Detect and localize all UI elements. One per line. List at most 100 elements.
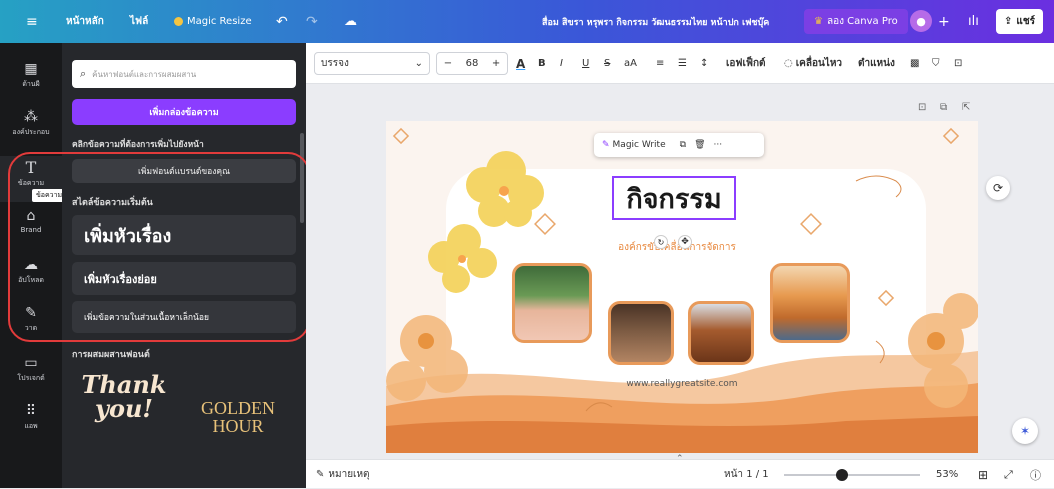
cloud-save-icon[interactable]: ☁ [344,0,357,43]
apps-icon: ⠿ [25,403,37,419]
chevron-down-icon: ⌄ [414,58,423,69]
combo-line: GOLDEN [201,398,275,418]
font-select[interactable]: บรรจง ⌄ [314,52,430,75]
redo-icon[interactable]: ↷ [306,0,318,43]
highlight-annotation [8,152,310,342]
rotate-handle-icon[interactable]: ↻ [654,235,668,249]
transparency-icon[interactable]: ▩ [910,43,919,84]
magic-assistant-icon[interactable]: ✶ [1012,418,1038,444]
combo-thank-you[interactable]: Thank you! [74,373,174,443]
search-input[interactable]: ค้นหาฟอนต์และการผสมผสาน [92,68,196,81]
magic-resize-label: Magic Resize [187,16,252,27]
add-page-icon[interactable]: ⇱ [962,102,970,113]
combo-line: you! [95,394,153,423]
combo-golden-hour[interactable]: GOLDEN HOUR [188,399,288,443]
rail-item-apps[interactable]: ⠿ แอพ [0,403,62,432]
avatar[interactable]: ● [910,10,932,32]
photo-temple[interactable] [688,301,754,365]
page-decor [386,127,978,453]
magic-resize-icon [174,17,183,26]
add-people-icon[interactable]: + [938,0,950,43]
text-color-icon[interactable]: A [516,43,525,84]
duplicate-page-icon[interactable]: ⧉ [940,102,947,113]
animate-icon: ◌ [784,58,793,69]
strikethrough-icon[interactable]: S [604,43,610,84]
zoom-slider-knob[interactable] [835,469,848,481]
align-icon[interactable]: ≡ [656,43,664,84]
italic-icon[interactable]: I [560,43,563,84]
notes-button[interactable]: ✎ หมายเหตุ [316,460,370,489]
position-button[interactable]: ตำแหน่ง [858,43,895,84]
grid-view-icon[interactable]: ⊞ [978,460,988,489]
magic-resize-button[interactable]: Magic Resize [174,0,252,43]
try-pro-button[interactable]: ♛ ลอง Canva Pro [804,9,908,34]
photo-woman-1[interactable] [512,263,592,343]
spacing-icon[interactable]: ↕ [700,43,708,84]
rail-item-projects[interactable]: ▭ โปรเจกต์ [0,355,62,384]
magic-write-icon: ✎ [602,140,610,150]
move-handle-icon[interactable]: ✥ [678,235,692,249]
list-icon[interactable]: ☰ [678,43,687,84]
undo-icon[interactable]: ↶ [276,0,288,43]
zoom-level[interactable]: 53% [936,460,958,489]
document-title[interactable]: สื่อม สิขรา หรุพรา กิจกรรม วัฒนธรรมไทย ห… [542,0,769,43]
animate-button[interactable]: ◌ เคลื่อนไหว [784,43,842,84]
paint-format-icon[interactable]: ⛉ [932,43,940,84]
share-button[interactable]: ⇪ แชร์ [996,9,1043,34]
fullscreen-icon[interactable]: ⤢ [1004,460,1013,489]
minus-icon[interactable]: − [444,58,452,69]
photo-palace[interactable] [770,263,850,343]
combo-line: HOUR [212,416,264,436]
delete-icon[interactable]: 🗑 [694,140,705,150]
search-icon: ⌕ [80,67,87,80]
duplicate-icon[interactable]: ⧉ [680,140,686,150]
animate-label: เคลื่อนไหว [795,58,843,69]
case-icon[interactable]: aA [624,43,637,84]
canvas-area: ⊡ ⧉ ⇱ ✎ Magic Write ⧉ 🗑 ··· กิจกรรม องค์… [306,84,1054,464]
lock-icon[interactable]: ⊡ [954,43,962,84]
zoom-slider[interactable] [784,469,920,481]
rail-item-elements[interactable]: ⁂ องค์ประกอบ [0,109,62,138]
file-menu[interactable]: ไฟล์ [130,0,148,43]
search-box[interactable]: ⌕ ค้นหาฟอนต์และการผสมผสาน [72,60,296,88]
page-indicator[interactable]: หน้า 1 / 1 [724,460,769,489]
top-bar: ≡ หน้าหลัก ไฟล์ Magic Resize ↶ ↷ ☁ สื่อม… [0,0,1054,43]
rail-label: โปรเจกต์ [17,374,45,382]
upload-share-icon: ⇪ [1004,16,1013,27]
title-text[interactable]: กิจกรรม [612,176,736,220]
rail-label: แอพ [24,422,38,430]
insights-icon[interactable]: ılı [968,0,979,43]
help-icon[interactable]: ⓘ [1030,460,1041,489]
underline-icon[interactable]: U [582,43,589,84]
font-size-value[interactable]: 68 [466,58,479,69]
rail-item-templates[interactable]: ▦ ด้านผี [0,61,62,90]
design-page[interactable]: ✎ Magic Write ⧉ 🗑 ··· กิจกรรม องค์กรขับเ… [386,121,978,453]
try-pro-label: ลอง Canva Pro [826,16,898,27]
effects-button[interactable]: เอฟเฟ็กต์ [726,43,766,84]
plus-icon[interactable]: + [492,58,500,69]
lock-page-icon[interactable]: ⊡ [918,102,926,113]
editor-toolbar: บรรจง ⌄ − 68 + A B I U S aA ≡ ☰ ↕ เอฟเฟ็… [306,43,1054,84]
elements-icon: ⁂ [24,109,38,125]
template-icon: ▦ [24,61,38,77]
click-hint: คลิกข้อความที่ต้องการเพิ่มไปยังหน้า [72,140,204,150]
notes-icon: ✎ [316,469,325,480]
bold-icon[interactable]: B [538,43,546,84]
context-menu: ✎ Magic Write ⧉ 🗑 ··· [594,133,764,157]
refresh-icon[interactable]: ⟳ [986,176,1010,200]
website-url[interactable]: www.reallygreatsite.com [582,379,782,389]
hamburger-icon[interactable]: ≡ [26,0,38,43]
crown-icon: ♛ [814,16,823,27]
folder-icon: ▭ [24,355,38,371]
font-size-stepper[interactable]: − 68 + [436,52,508,75]
home-link[interactable]: หน้าหลัก [66,0,104,43]
rail-label: ด้านผี [22,80,40,88]
editor-footer: ✎ หมายเหตุ หน้า 1 / 1 53% ⊞ ⤢ ⓘ [306,459,1054,488]
photo-woman-2[interactable] [608,301,674,365]
more-icon[interactable]: ··· [714,140,723,150]
notes-label: หมายเหตุ [328,469,370,480]
magic-write-button[interactable]: Magic Write [613,140,666,150]
font-combos-heading: การผสมผสานฟอนต์ [72,350,150,360]
add-textbox-button[interactable]: เพิ่มกล่องข้อความ [72,99,296,125]
subtitle-text[interactable]: องค์กรขับเคลื่อนการจัดการ [582,240,772,255]
